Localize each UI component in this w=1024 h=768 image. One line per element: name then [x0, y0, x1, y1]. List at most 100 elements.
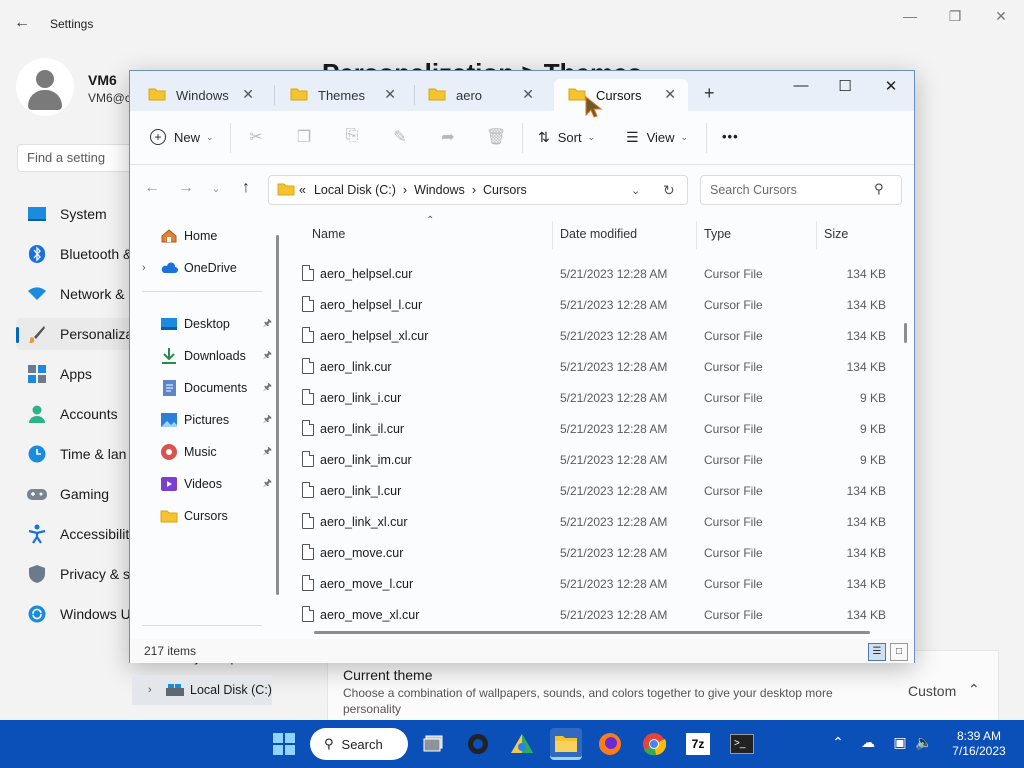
close-tab-icon[interactable]: ✕ [242, 86, 254, 103]
minimize-icon[interactable]: — [778, 77, 824, 94]
file-row[interactable]: aero_helpsel_xl.cur 5/21/2023 12:28 AM Cur… [290, 321, 896, 352]
task-view-icon[interactable] [418, 728, 450, 760]
tab-cursors[interactable]: Cursors ✕ [554, 79, 688, 111]
copy-icon[interactable]: ❐ [294, 127, 314, 147]
details-view-icon[interactable]: ☰ [868, 643, 886, 661]
firefox-icon[interactable] [594, 728, 626, 760]
nav-quick-access-item[interactable]: Music 🖈 [160, 437, 272, 467]
breadcrumb-item[interactable]: Local Disk (C:) [314, 183, 396, 197]
cut-icon[interactable]: ✂ [246, 127, 266, 147]
pin-icon[interactable]: 🖈 [263, 316, 272, 333]
column-divider[interactable] [552, 221, 553, 249]
onedrive-tray-icon[interactable]: ☁ [858, 734, 878, 754]
volume-icon[interactable]: 🔈 [914, 734, 934, 754]
settings-nav-item[interactable]: Bluetooth & [16, 238, 134, 270]
settings-nav-item[interactable]: Accounts [16, 398, 134, 430]
nav-quick-access-item[interactable]: Downloads 🖈 [160, 341, 272, 371]
column-divider[interactable] [696, 221, 697, 249]
chevron-right-icon[interactable]: › [148, 684, 166, 696]
address-dropdown-icon[interactable]: ⌄ [631, 184, 640, 197]
column-header-date[interactable]: Date modified [560, 227, 637, 241]
minimize-icon[interactable]: — [896, 8, 924, 24]
close-window-icon[interactable]: ✕ [868, 77, 914, 95]
breadcrumb-item[interactable]: Cursors [483, 183, 527, 197]
nav-local-disk[interactable]: › Local Disk (C:) [132, 675, 272, 705]
up-icon[interactable]: ↑ [236, 179, 256, 197]
close-icon[interactable]: ✕ [987, 8, 1015, 25]
forward-icon[interactable]: → [176, 179, 196, 197]
start-icon[interactable] [268, 728, 300, 760]
refresh-icon[interactable]: ↻ [663, 182, 675, 199]
vertical-scrollbar[interactable] [904, 323, 907, 343]
settings-nav-item[interactable]: System [16, 198, 134, 230]
breadcrumb-item[interactable]: Windows [414, 183, 465, 197]
chevron-up-icon[interactable]: ⌃ [968, 681, 980, 698]
file-row[interactable]: aero_link_im.cur 5/21/2023 12:28 AM Cursor… [290, 445, 896, 476]
new-tab-icon[interactable]: + [704, 83, 715, 104]
file-row[interactable]: aero_link_il.cur 5/21/2023 12:28 AM Cursor… [290, 414, 896, 445]
chevron-up-icon[interactable]: ⌃ [828, 734, 848, 754]
pin-icon[interactable]: 🖈 [263, 476, 272, 493]
settings-nav-item[interactable]: Time & lan [16, 438, 134, 470]
restore-icon[interactable]: ❐ [941, 8, 969, 25]
chevron-right-icon[interactable]: › [142, 262, 160, 274]
share-icon[interactable]: ➦ [438, 127, 458, 147]
nav-quick-access-item[interactable]: Videos 🖈 [160, 469, 272, 499]
rename-icon[interactable]: ✎ [390, 127, 410, 147]
tab-aero[interactable]: aero ✕ [414, 79, 546, 111]
file-explorer-icon[interactable] [550, 728, 582, 760]
7zip-icon[interactable]: 7z [682, 728, 714, 760]
nav-quick-access-item[interactable]: Cursors [160, 501, 272, 531]
search-input[interactable]: Search Cursors [700, 175, 902, 205]
nav-onedrive[interactable]: › OneDrive [142, 253, 272, 283]
settings-nav-item[interactable]: Accessibilit [16, 518, 134, 550]
column-header-type[interactable]: Type [704, 227, 731, 241]
column-divider[interactable] [816, 221, 817, 249]
paste-icon[interactable]: ⎘ [342, 127, 362, 147]
settings-app-icon[interactable] [462, 728, 494, 760]
pin-icon[interactable]: 🖈 [263, 444, 272, 461]
nav-home[interactable]: Home [160, 221, 270, 251]
close-tab-icon[interactable]: ✕ [522, 86, 534, 103]
file-row[interactable]: aero_move_xl.cur 5/21/2023 12:28 AM Cursor… [290, 600, 896, 631]
settings-nav-item[interactable]: Personaliza [16, 318, 134, 350]
view-button[interactable]: ☰ View ⌄ [626, 129, 688, 146]
sort-button[interactable]: ⇅ Sort ⌄ [538, 129, 595, 146]
settings-nav-item[interactable]: Gaming [16, 478, 134, 510]
column-header-name[interactable]: Name [312, 227, 345, 241]
nav-quick-access-item[interactable]: Pictures 🖈 [160, 405, 272, 435]
settings-nav-item[interactable]: Apps [16, 358, 134, 390]
close-tab-icon[interactable]: ✕ [664, 86, 676, 103]
file-row[interactable]: aero_helpsel.cur 5/21/2023 12:28 AM Cursor… [290, 259, 896, 290]
large-icons-view-icon[interactable]: □ [890, 643, 908, 661]
tab-themes[interactable]: Themes ✕ [276, 79, 408, 111]
delete-icon[interactable]: 🗑 [486, 127, 506, 147]
nav-quick-access-item[interactable]: Documents 🖈 [160, 373, 272, 403]
close-tab-icon[interactable]: ✕ [384, 86, 396, 103]
paint-app-icon[interactable] [506, 728, 538, 760]
find-setting-input[interactable]: Find a setting [17, 144, 137, 172]
file-row[interactable]: aero_link.cur 5/21/2023 12:28 AM Cursor Fi… [290, 352, 896, 383]
tab-windows[interactable]: Windows ✕ [134, 79, 266, 111]
file-row[interactable]: aero_link_xl.cur 5/21/2023 12:28 AM Cursor… [290, 507, 896, 538]
address-overflow[interactable]: « [299, 183, 306, 197]
address-bar[interactable]: « Local Disk (C:) › Windows › Cursors ⌄ … [268, 175, 688, 205]
more-options-button[interactable]: ••• [722, 129, 739, 144]
recent-locations-icon[interactable]: ⌄ [206, 182, 226, 195]
back-icon[interactable]: ← [142, 179, 162, 197]
avatar[interactable] [16, 58, 74, 116]
settings-nav-item[interactable]: Privacy & s [16, 558, 134, 590]
taskbar-search-button[interactable]: ⚲ Search [310, 728, 408, 760]
file-row[interactable]: aero_move_l.cur 5/21/2023 12:28 AM Cursor … [290, 569, 896, 600]
settings-nav-item[interactable]: Windows U [16, 598, 134, 630]
file-row[interactable]: aero_link_l.cur 5/21/2023 12:28 AM Cursor … [290, 476, 896, 507]
back-arrow-icon[interactable]: ← [14, 14, 34, 34]
terminal-icon[interactable]: >_ [726, 728, 758, 760]
clock[interactable]: 8:39 AM 7/16/2023 [944, 729, 1014, 759]
nav-scrollbar[interactable] [276, 235, 279, 595]
pin-icon[interactable]: 🖈 [263, 380, 272, 397]
new-button[interactable]: + New ⌄ [150, 129, 214, 145]
horizontal-scrollbar[interactable] [314, 631, 870, 634]
chrome-icon[interactable] [638, 728, 670, 760]
nav-quick-access-item[interactable]: Desktop 🖈 [160, 309, 272, 339]
